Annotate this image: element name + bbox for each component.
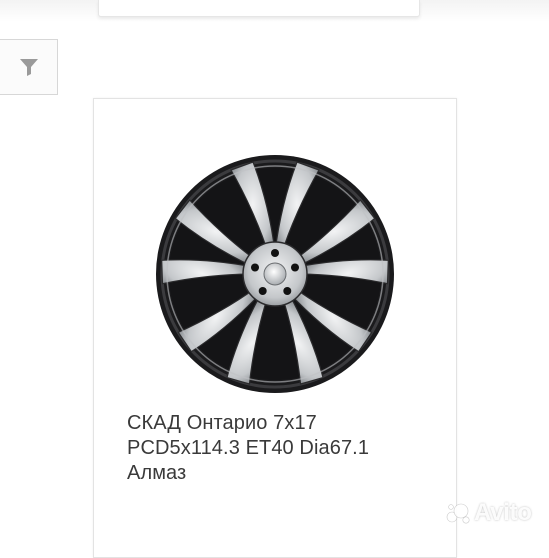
wheel-image[interactable]	[156, 149, 394, 399]
title-line-2: PCD5x114.3 ET40 Dia67.1	[127, 437, 370, 459]
filter-button[interactable]	[0, 39, 58, 95]
title-line-1: СКАД Онтарио 7x17	[127, 412, 317, 434]
previous-card-edge	[98, 0, 420, 17]
watermark-text: Avito	[474, 499, 532, 526]
avito-logo-icon	[446, 503, 470, 524]
avito-watermark: Avito	[446, 497, 542, 529]
product-card[interactable]: СКАД Онтарио 7x17 PCD5x114.3 ET40 Dia67.…	[93, 98, 457, 558]
funnel-filter-icon	[19, 59, 38, 76]
title-line-3: Алмаз	[127, 462, 187, 484]
product-title[interactable]: СКАД Онтарио 7x17 PCD5x114.3 ET40 Dia67.…	[127, 411, 447, 486]
